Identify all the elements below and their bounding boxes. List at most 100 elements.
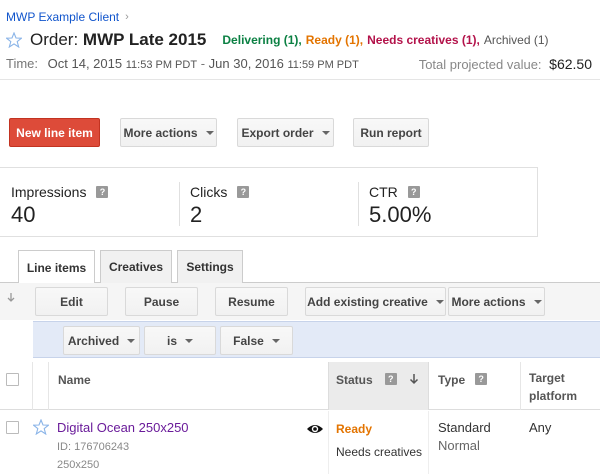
status-needs-creatives[interactable]: Needs creatives (1), bbox=[367, 33, 480, 47]
edit-button[interactable]: Edit bbox=[35, 287, 108, 316]
star-icon[interactable] bbox=[31, 418, 51, 440]
stat-clicks: Clicks? 2 bbox=[179, 168, 358, 236]
star-icon[interactable] bbox=[4, 31, 24, 49]
stat-ctr: CTR? 5.00% bbox=[358, 168, 537, 236]
add-existing-creative-label: Add existing creative bbox=[307, 294, 428, 309]
chevron-down-icon bbox=[205, 130, 214, 135]
pause-button[interactable]: Pause bbox=[125, 287, 198, 316]
more-actions-button[interactable]: More actions bbox=[120, 118, 217, 147]
table-header: Name Status ? Type ? Target platform bbox=[0, 362, 600, 410]
filter-field-value: Archived bbox=[67, 333, 120, 348]
table-row: Digital Ocean 250x250 ID: 176706243 250x… bbox=[0, 411, 600, 474]
ctr-value: 5.00% bbox=[369, 202, 432, 227]
filter-value-dropdown[interactable]: False bbox=[220, 326, 293, 355]
impressions-value: 40 bbox=[11, 202, 36, 227]
eye-icon[interactable] bbox=[306, 422, 324, 440]
chevron-down-icon bbox=[435, 299, 444, 304]
filter-operator-dropdown[interactable]: is bbox=[144, 326, 216, 355]
status-header-label: Status bbox=[336, 373, 373, 387]
breadcrumb-client-link[interactable]: MWP Example Client bbox=[6, 10, 119, 24]
stat-impressions: Impressions? 40 bbox=[0, 168, 179, 236]
projected-label: Total projected value: bbox=[418, 57, 542, 72]
resume-label: Resume bbox=[228, 294, 275, 309]
column-header-type[interactable]: Type ? bbox=[438, 362, 488, 410]
time-label: Time: bbox=[6, 56, 39, 71]
tab-bar: Line items Creatives Settings bbox=[0, 249, 600, 284]
filter-operator-value: is bbox=[166, 333, 177, 348]
more-actions-label: More actions bbox=[123, 125, 198, 140]
order-name: MWP Late 2015 bbox=[82, 30, 207, 49]
stats-panel: Impressions? 40 Clicks? 2 CTR? 5.00% bbox=[0, 167, 538, 237]
column-divider bbox=[32, 362, 33, 410]
clicks-value: 2 bbox=[190, 202, 203, 227]
new-line-item-label: New line item bbox=[16, 125, 93, 140]
help-icon[interactable]: ? bbox=[475, 373, 488, 385]
order-prefix: Order: bbox=[30, 30, 79, 49]
start-time: 11:53 PM PDT bbox=[125, 59, 198, 71]
chevron-down-icon bbox=[533, 299, 542, 304]
status-delivering[interactable]: Delivering (1), bbox=[222, 33, 301, 47]
help-icon[interactable]: ? bbox=[407, 186, 420, 198]
select-all-checkbox[interactable] bbox=[6, 373, 19, 386]
breadcrumb-separator-icon: › bbox=[125, 11, 129, 23]
line-item-type: Standard bbox=[438, 420, 491, 435]
chevron-down-icon bbox=[271, 338, 280, 343]
help-icon[interactable]: ? bbox=[384, 373, 397, 385]
type-header-label: Type bbox=[438, 373, 466, 387]
end-time: 11:59 PM PDT bbox=[287, 59, 359, 71]
column-header-target-platform[interactable]: Target platform bbox=[529, 362, 577, 410]
line-item-target-platform: Any bbox=[529, 420, 552, 435]
filter-value: False bbox=[233, 333, 264, 348]
tab-line-items[interactable]: Line items bbox=[18, 250, 95, 284]
add-existing-creative-button[interactable]: Add existing creative bbox=[305, 287, 446, 316]
status-ready[interactable]: Ready (1), bbox=[306, 33, 363, 47]
order-status-summary: Delivering (1), Ready (1), Needs creativ… bbox=[222, 33, 548, 47]
order-header: Order: MWP Late 2015 Delivering (1), Rea… bbox=[4, 30, 549, 50]
line-item-size: 250x250 bbox=[57, 459, 100, 471]
ctr-label: CTR bbox=[369, 184, 398, 200]
projected-value: Total projected value: $62.50 bbox=[419, 56, 592, 72]
run-report-button[interactable]: Run report bbox=[353, 118, 429, 147]
line-item-substatus: Needs creatives bbox=[336, 445, 423, 459]
line-item-id: ID: 176706243 bbox=[57, 441, 130, 453]
column-header-status[interactable]: Status ? bbox=[328, 362, 429, 410]
export-order-label: Export order bbox=[241, 125, 314, 140]
impressions-label: Impressions bbox=[11, 184, 87, 200]
row-checkbox[interactable] bbox=[6, 421, 19, 434]
status-column-cell bbox=[328, 411, 429, 474]
chevron-down-icon bbox=[321, 130, 330, 135]
order-time-range: Time: Oct 14, 2015 11:53 PM PDT - Jun 30… bbox=[6, 56, 359, 71]
target-header-line2: platform bbox=[529, 389, 577, 403]
tab-creatives[interactable]: Creatives bbox=[100, 250, 172, 283]
help-icon[interactable]: ? bbox=[96, 186, 109, 198]
run-report-label: Run report bbox=[360, 125, 422, 140]
column-header-name[interactable]: Name bbox=[58, 362, 91, 410]
help-icon[interactable]: ? bbox=[237, 186, 250, 198]
export-order-button[interactable]: Export order bbox=[237, 118, 334, 147]
new-line-item-button[interactable]: New line item bbox=[9, 118, 100, 147]
end-date: Jun 30, 2016 bbox=[208, 56, 284, 71]
toolbar-more-actions-button[interactable]: More actions bbox=[448, 287, 545, 316]
pin-icon[interactable] bbox=[6, 292, 16, 307]
edit-label: Edit bbox=[60, 294, 83, 309]
sort-down-icon bbox=[409, 374, 418, 385]
filter-field-dropdown[interactable]: Archived bbox=[63, 326, 140, 355]
line-item-status: Ready bbox=[336, 422, 373, 436]
column-divider bbox=[520, 362, 521, 410]
resume-button[interactable]: Resume bbox=[215, 287, 288, 316]
line-item-priority: Normal bbox=[438, 438, 480, 453]
tab-settings[interactable]: Settings bbox=[177, 250, 243, 283]
pause-label: Pause bbox=[143, 294, 180, 309]
status-archived[interactable]: Archived (1) bbox=[484, 33, 549, 47]
breadcrumb: MWP Example Client › bbox=[6, 10, 129, 24]
column-divider bbox=[48, 362, 49, 410]
start-date: Oct 14, 2015 bbox=[47, 56, 123, 71]
header-divider bbox=[0, 79, 600, 80]
projected-amount: $62.50 bbox=[549, 56, 592, 72]
toolbar-more-actions-label: More actions bbox=[451, 294, 526, 309]
chevron-down-icon bbox=[185, 338, 193, 343]
time-dash: - bbox=[200, 56, 206, 71]
page-title: Order: MWP Late 2015 bbox=[30, 30, 206, 50]
line-item-name-link[interactable]: Digital Ocean 250x250 bbox=[57, 420, 189, 435]
chevron-down-icon bbox=[127, 338, 136, 343]
